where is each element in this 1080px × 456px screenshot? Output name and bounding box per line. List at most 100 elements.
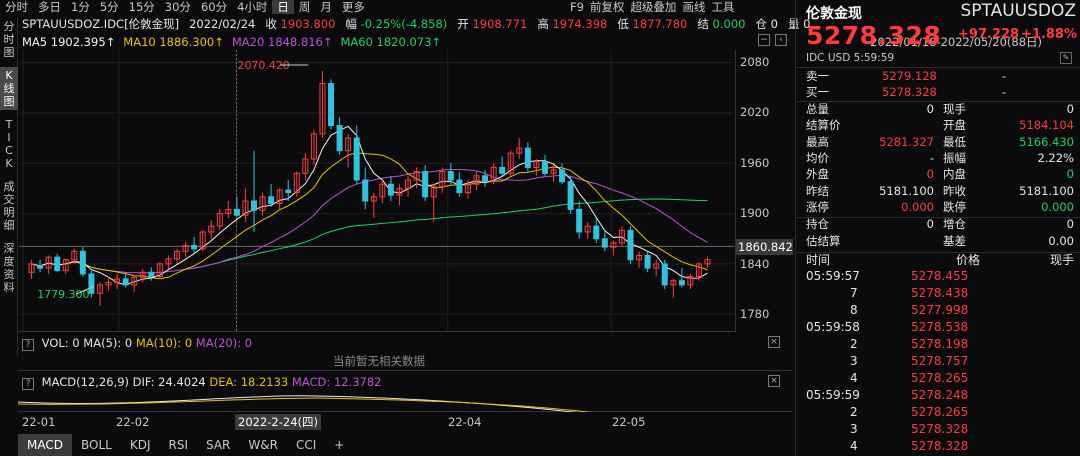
candle xyxy=(353,137,360,181)
empty-data-message: 当前暂无相关数据 xyxy=(333,354,425,368)
close-info: 收 1903.800 xyxy=(265,17,336,31)
candle xyxy=(251,200,257,211)
vol-label: VOL: 0 xyxy=(41,336,80,350)
period-tab[interactable]: 4小时 xyxy=(232,0,272,14)
tick-row: 05:59:58 5278.538 xyxy=(806,320,969,334)
candle xyxy=(456,179,463,194)
period-tab[interactable]: 周 xyxy=(294,0,316,14)
candle xyxy=(541,161,548,174)
view-tab[interactable]: K线图 xyxy=(0,67,18,110)
y-tick: 1900 xyxy=(740,206,770,221)
candle xyxy=(268,196,275,204)
candle xyxy=(678,280,685,286)
order-book-row: 卖一 5279.128- xyxy=(806,69,1007,83)
selected-date-label: 2022-2-24(四) xyxy=(235,414,321,430)
ma-legend: MA5 1902.395↑ MA10 1886.300↑ MA20 1848.8… xyxy=(22,34,792,50)
edit-icon[interactable]: ✎ xyxy=(1060,52,1072,64)
collapse-button[interactable]: ‹ xyxy=(775,34,787,46)
stat-row: 总量 0 现手 0 xyxy=(806,102,1074,116)
open-info: 开 1908.771 xyxy=(457,17,528,31)
period-tab[interactable]: 分时 xyxy=(0,0,33,14)
candle xyxy=(593,225,600,240)
high-info: 高 1974.398 xyxy=(537,17,608,31)
period-tab[interactable]: 日 xyxy=(272,0,294,14)
indicator-tab[interactable]: MACD xyxy=(18,433,72,456)
close-pane-button[interactable]: × xyxy=(768,336,780,348)
candle xyxy=(422,171,429,198)
vol-ma5: MA(5): 0 xyxy=(83,336,133,350)
toolbar-action[interactable]: 前复权 xyxy=(590,0,625,14)
view-tabs: 分时图 K线图 TICK 成交明细深度资料 xyxy=(0,16,18,356)
date-label: 2022/02/24 xyxy=(189,17,256,31)
tick-row: 05:59:57 5278.455 xyxy=(806,269,969,283)
view-tab[interactable]: 成交明细 xyxy=(0,178,18,234)
period-tab[interactable]: 1分 xyxy=(66,0,95,14)
ma5-legend: MA5 1902.395↑ xyxy=(22,35,116,49)
toolbar-action[interactable]: 画线 xyxy=(682,0,705,14)
tick-row: 4 5278.328 xyxy=(850,439,969,453)
last-price: 5278.328 xyxy=(806,21,942,50)
period-toolbar: 分时 多日 1分 5分 15分 30分 60分 4小时日周月更多 F9 前复权 超级叠加 画线 工具 xyxy=(0,0,790,14)
period-tab[interactable]: 多日 xyxy=(33,0,66,14)
tick-row: 3 5278.328 xyxy=(850,422,969,436)
indicator-tab[interactable]: SAR xyxy=(197,434,239,456)
trading-app: 分时 多日 1分 5分 15分 30分 60分 4小时日周月更多 F9 前复权 超级叠加 画线 工具 分… xyxy=(0,0,1080,456)
y-tick: 2020 xyxy=(740,105,770,120)
candlestick-chart[interactable]: 2070.4201779.300 xyxy=(18,50,735,332)
stat-row: 持仓 0 增仓 0 xyxy=(806,217,1074,231)
period-tab[interactable]: 15分 xyxy=(124,0,160,14)
stat-row: 昨结 5181.100 昨收 5181.100 xyxy=(806,183,1074,198)
period-tab[interactable]: 30分 xyxy=(160,0,196,14)
indicator-tab[interactable]: KDJ xyxy=(121,434,160,456)
stat-row: 估结算 基差 0.00 xyxy=(806,233,1074,248)
stat-row: 最高 5281.327 最低 5166.430 xyxy=(806,134,1074,149)
stat-row: 均价 - 振幅 2.22% xyxy=(806,150,1074,165)
close-pane-button[interactable]: × xyxy=(768,375,780,387)
candle xyxy=(362,179,369,202)
ma10-legend: MA10 1886.300↑ xyxy=(123,35,224,49)
instrument-name: 伦敦金现 xyxy=(806,6,862,22)
candle xyxy=(387,183,394,196)
order-book-row: 买一 5278.328- xyxy=(806,85,1007,99)
y-tick: 1840 xyxy=(740,256,770,271)
quote-source: IDC USD 5:59:59 xyxy=(806,52,895,64)
settle-info: 结 0.000 xyxy=(697,17,746,31)
candle-info-row: SPTAUUSDOZ.IDC[伦敦金现] 2022/02/24 收 1903.8… xyxy=(22,16,810,32)
candle xyxy=(148,271,155,277)
indicator-tab[interactable]: CCI xyxy=(287,434,325,456)
candle xyxy=(661,263,668,286)
symbol-label: SPTAUUSDOZ.IDC[伦敦金现] xyxy=(22,17,180,31)
toolbar-action[interactable]: 超级叠加 xyxy=(630,0,676,14)
current-price-label: 1860.842 xyxy=(736,239,793,256)
indicator-tabs: MACD BOLL KDJ RSI SAR W&R CCI + xyxy=(18,433,792,456)
toolbar-action[interactable]: 工具 xyxy=(711,0,734,14)
tick-row: 8 5277.998 xyxy=(850,303,969,317)
help-icon[interactable]: ? xyxy=(22,339,34,351)
period-tab[interactable]: 5分 xyxy=(95,0,124,14)
candle xyxy=(644,255,651,269)
period-tab[interactable]: 月 xyxy=(315,0,337,14)
candle xyxy=(482,175,489,183)
ticks-header: 时间 价格 现手 xyxy=(806,253,1074,267)
candle xyxy=(524,147,531,168)
toolbar-action[interactable]: F9 xyxy=(570,0,584,14)
candle xyxy=(191,244,198,250)
ma60-legend: MA60 1820.073↑ xyxy=(340,35,442,49)
view-tab[interactable]: 分时图 xyxy=(0,18,18,61)
view-tab[interactable]: 深度资料 xyxy=(0,240,18,296)
candle xyxy=(601,238,608,248)
tick-row: 2 5278.198 xyxy=(850,337,969,351)
macd-dea: DEA: 18.2133 xyxy=(209,375,289,389)
view-tab[interactable]: TICK xyxy=(0,116,18,172)
y-tick: 1780 xyxy=(740,307,770,322)
x-label: 22-05 xyxy=(612,415,646,429)
indicator-tab[interactable]: BOLL xyxy=(72,434,121,456)
period-tab[interactable]: 更多 xyxy=(337,0,370,14)
candle xyxy=(79,250,86,275)
period-tab[interactable]: 60分 xyxy=(196,0,232,14)
indicator-tab[interactable]: W&R xyxy=(239,434,287,456)
add-indicator-button[interactable]: + xyxy=(325,434,353,456)
zoom-out-button[interactable]: − xyxy=(758,34,770,46)
indicator-tab[interactable]: RSI xyxy=(159,434,197,456)
tick-row: 05:59:59 5278.248 xyxy=(806,388,969,402)
